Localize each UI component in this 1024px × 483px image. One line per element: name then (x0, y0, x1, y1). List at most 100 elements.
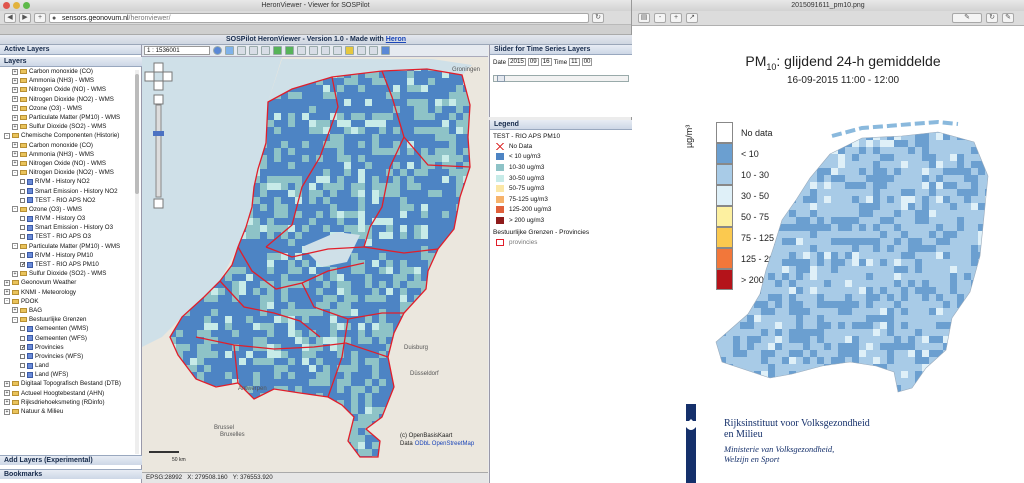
search-icon[interactable] (333, 46, 342, 55)
tree-item[interactable]: - PDOK (0, 297, 140, 306)
tree-item[interactable]: Provincies (WFS) (0, 352, 140, 361)
layer-checkbox[interactable] (20, 188, 25, 194)
layer-checkbox[interactable] (20, 335, 25, 341)
expand-icon[interactable]: + (4, 380, 10, 387)
expand-icon[interactable]: + (12, 123, 18, 130)
layer-checkbox[interactable] (20, 179, 25, 185)
info-icon[interactable] (213, 46, 222, 55)
tree-item[interactable]: Land (0, 361, 140, 370)
layer-checkbox[interactable] (20, 363, 25, 369)
pan-up-button[interactable] (153, 62, 164, 73)
expand-icon[interactable]: + (4, 408, 10, 415)
tree-item[interactable]: - Particulate Matter (PM10) - WMS (0, 242, 140, 251)
forward-button[interactable]: ▶ (19, 12, 31, 23)
layers-header[interactable]: Layers (0, 57, 142, 67)
tree-item[interactable]: + Sulfur Dioxide (SO2) - WMS (0, 269, 140, 278)
zoom-in-icon[interactable] (237, 46, 246, 55)
tree-item[interactable]: ✓ TEST - RIO APS PM10 (0, 260, 140, 269)
expand-icon[interactable]: + (12, 77, 18, 84)
zoom-out-icon[interactable] (249, 46, 258, 55)
day-field[interactable]: 16 (540, 58, 552, 66)
layer-checkbox[interactable]: ✓ (20, 344, 26, 351)
expand-icon[interactable]: + (12, 270, 18, 277)
expand-icon[interactable]: + (4, 399, 10, 406)
expand-icon[interactable]: + (12, 151, 18, 158)
layer-checkbox[interactable] (20, 326, 25, 332)
pan-down-button[interactable] (153, 80, 164, 91)
layer-checkbox[interactable] (20, 372, 25, 378)
expand-icon[interactable]: + (4, 390, 10, 397)
scale-select[interactable]: 1 : 1536001 (144, 46, 210, 55)
layer-checkbox[interactable]: ✓ (20, 262, 26, 268)
print-icon[interactable] (321, 46, 330, 55)
layer-checkbox[interactable] (20, 216, 25, 222)
tree-item[interactable]: Gemeenten (WFS) (0, 333, 140, 342)
expand-icon[interactable]: + (12, 105, 18, 112)
back-arrow-icon[interactable] (273, 46, 282, 55)
map-view[interactable]: Groningen Duisburg Düsseldorf Antwerpen … (142, 57, 488, 472)
tree-item[interactable]: + Sulfur Dioxide (SO2) - WMS (0, 122, 140, 131)
tree-item[interactable]: + Ozone (O3) - WMS (0, 104, 140, 113)
layer-checkbox[interactable] (20, 252, 25, 258)
tree-item[interactable]: - Nitrogen Dioxide (NO2) - WMS (0, 168, 140, 177)
collapse-icon[interactable]: - (4, 298, 10, 305)
bookmarks-header[interactable]: Bookmarks (0, 469, 142, 479)
minute-field[interactable]: 00 (581, 58, 593, 66)
expand-icon[interactable]: + (12, 96, 18, 103)
zoom-out-button[interactable] (153, 198, 164, 209)
tree-item[interactable]: ✓ Provincies (0, 343, 140, 352)
expand-icon[interactable]: + (12, 86, 18, 93)
sidebar-icon[interactable]: ▤ (638, 13, 650, 23)
tree-item[interactable]: TEST - RIO APS O3 (0, 232, 140, 241)
measure-length-icon[interactable] (297, 46, 306, 55)
tree-item[interactable]: + Ammonia (NH3) - WMS (0, 150, 140, 159)
expand-icon[interactable]: + (12, 142, 18, 149)
zoom-extent-icon[interactable] (225, 46, 234, 55)
tree-item[interactable]: Smart Emission - History NO2 (0, 186, 140, 195)
grid-icon[interactable] (357, 46, 366, 55)
zoom-out-icon[interactable]: - (654, 13, 666, 23)
tree-item[interactable]: + Digitaal Topografisch Bestand (DTB) (0, 379, 140, 388)
tree-item[interactable]: + Nitrogen Oxide (NO) - WMS (0, 85, 140, 94)
tree-item[interactable]: + Particulate Matter (PM10) - WMS (0, 113, 140, 122)
tree-item[interactable]: + BAG (0, 306, 140, 315)
tree-item[interactable]: + Carbon monoxide (CO) (0, 141, 140, 150)
markup-icon[interactable]: ✎ (952, 13, 982, 23)
month-field[interactable]: 09 (527, 58, 539, 66)
pan-left-button[interactable] (144, 71, 155, 82)
add-layers-header[interactable]: Add Layers (Experimental) (0, 455, 142, 465)
back-button[interactable]: ◀ (4, 12, 16, 23)
tree-item[interactable]: + Nitrogen Dioxide (NO2) - WMS (0, 95, 140, 104)
osm-attribution-link[interactable]: ODbL OpenStreetMap (415, 441, 475, 447)
minimize-window-button[interactable] (13, 2, 20, 9)
collapse-icon[interactable]: - (12, 316, 18, 323)
layer-checkbox[interactable] (20, 353, 25, 359)
pan-right-button[interactable] (162, 71, 173, 82)
tree-item[interactable]: + Actueel Hoogtebestand (AHN) (0, 389, 140, 398)
tree-item[interactable]: RIVM - History O3 (0, 214, 140, 223)
tree-item[interactable]: + Carbon monoxide (CO) (0, 67, 140, 76)
collapse-icon[interactable]: - (12, 206, 18, 213)
collapse-icon[interactable]: - (12, 243, 18, 250)
scrollbar-thumb[interactable] (135, 74, 139, 194)
tree-item[interactable]: Gemeenten (WMS) (0, 324, 140, 333)
tree-item[interactable]: TEST - RIO APS NO2 (0, 196, 140, 205)
pan-icon[interactable] (261, 46, 270, 55)
time-slider-thumb[interactable] (497, 75, 505, 82)
collapse-icon[interactable]: - (12, 169, 18, 176)
layer-checkbox[interactable] (20, 225, 25, 231)
reload-button[interactable]: ↻ (592, 12, 604, 23)
zoom-window-button[interactable] (23, 2, 30, 9)
year-field[interactable]: 2015 (508, 58, 526, 66)
url-bar[interactable]: ● sensors.geonovum.nl/heronviewer/ (49, 12, 589, 23)
tree-item[interactable]: + Natuur & Milieu (0, 407, 140, 416)
help-icon[interactable] (381, 46, 390, 55)
tree-item[interactable]: - Bestuurlijke Grenzen (0, 315, 140, 324)
legend-header[interactable]: Legend (490, 120, 632, 130)
active-layers-header[interactable]: Active Layers (0, 45, 141, 55)
time-slider[interactable] (493, 75, 629, 82)
expand-icon[interactable]: + (12, 114, 18, 121)
tree-item[interactable]: RIVM - History PM10 (0, 251, 140, 260)
expand-icon[interactable]: + (4, 289, 10, 296)
tree-item[interactable]: + Rijksdriehoeksmeting (RDinfo) (0, 398, 140, 407)
